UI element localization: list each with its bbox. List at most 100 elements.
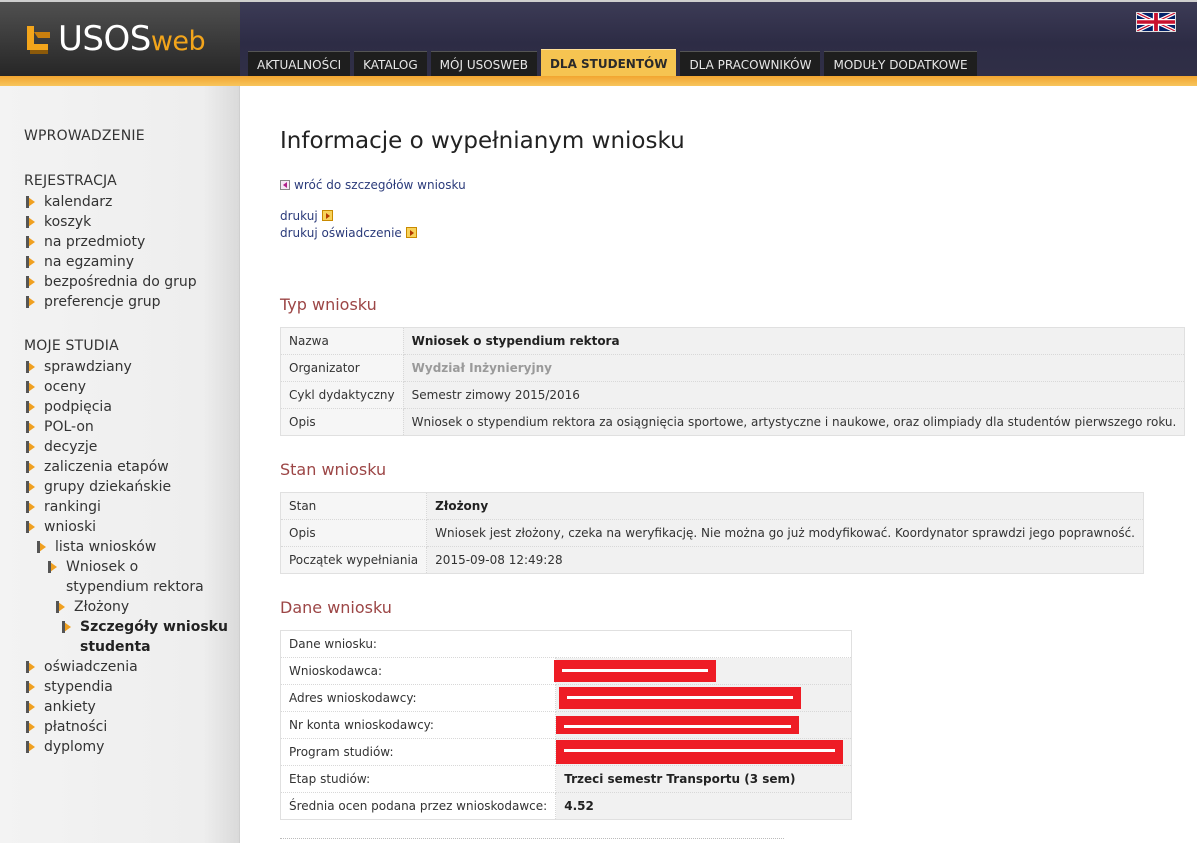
table-row: Opis Wniosek jest złożony, czeka na wery…: [279, 519, 1144, 547]
sidebar-item-rankingi[interactable]: rankingi: [26, 497, 101, 517]
sidebar-item-wnioski[interactable]: wnioski: [26, 517, 96, 537]
sidebar-item-wprowadzenie[interactable]: WPROWADZENIE: [24, 128, 145, 144]
sidebar-item-zlozony[interactable]: Złożony: [56, 597, 129, 617]
forward-arrow-icon: [321, 210, 333, 221]
sidebar-item-koszyk[interactable]: koszyk: [26, 212, 91, 232]
back-arrow-icon: [280, 180, 290, 190]
header-accent-bar: [0, 76, 1197, 86]
row-label: Nr konta wnioskodawcy:: [279, 711, 557, 739]
row-label: Adres wnioskodawcy:: [279, 684, 557, 712]
sidebar-item-ankiety[interactable]: ankiety: [26, 697, 96, 717]
bullet-arrow-icon: [62, 621, 71, 633]
row-value: Wydział Inżynieryjny: [402, 354, 1186, 382]
page-header: USOSweb AKTUALNOŚCI KATALOG MÓJ USOSWEB …: [0, 0, 1197, 86]
sidebar-section-moje-studia[interactable]: MOJE STUDIA: [24, 338, 119, 354]
row-label: Opis: [280, 408, 404, 436]
sidebar-item-podpiecia[interactable]: podpięcia: [26, 397, 112, 417]
bullet-arrow-icon: [26, 361, 35, 373]
row-label: Opis: [279, 519, 428, 547]
state-table: Stan Złożony Opis Wniosek jest złożony, …: [279, 492, 1144, 574]
row-value: Wniosek o stypendium rektora za osiągnię…: [402, 408, 1186, 436]
sidebar-item-pol-on[interactable]: POL-on: [26, 417, 94, 437]
row-label: Dane wniosku:: [279, 630, 853, 658]
row-value-redacted: [554, 657, 853, 685]
sidebar-item-lista-wnioskow[interactable]: lista wniosków: [37, 537, 156, 557]
table-row: Program studiów:: [279, 738, 853, 766]
row-label: Etap studiów:: [279, 765, 557, 793]
type-table: Nazwa Wniosek o stypendium rektora Organ…: [280, 327, 1186, 436]
tab-dla-studentow[interactable]: DLA STUDENTÓW: [540, 49, 677, 76]
redaction-mark: [559, 687, 802, 709]
table-row: Opis Wniosek o stypendium rektora za osi…: [280, 408, 1186, 436]
redaction-mark: [554, 660, 717, 682]
tab-moj-usosweb[interactable]: MÓJ USOSWEB: [430, 51, 537, 76]
sidebar-item-bezposrednia-do-grup[interactable]: bezpośrednia do grup: [26, 272, 197, 292]
row-label: Wnioskodawca:: [279, 657, 557, 685]
sidebar-item-na-egzaminy[interactable]: na egzaminy: [26, 252, 134, 272]
row-value: 2015-09-08 12:49:28: [426, 546, 1144, 574]
row-label: Program studiów:: [279, 738, 557, 766]
sidebar-item-decyzje[interactable]: decyzje: [26, 437, 97, 457]
sidebar-item-grupy-dziekanskie[interactable]: grupy dziekańskie: [26, 477, 171, 497]
sidebar-item-platnosci[interactable]: płatności: [26, 717, 107, 737]
sidebar-item-szczegoly-wniosku[interactable]: Szczegóły wniosku: [62, 617, 228, 637]
bullet-arrow-icon: [37, 541, 46, 553]
back-to-details-link[interactable]: wróć do szczegółów wniosku: [280, 178, 466, 192]
row-value-redacted: [555, 738, 853, 766]
data-table: Dane wniosku: Wnioskodawca: Adres wniosk…: [279, 630, 853, 820]
row-label: Nazwa: [280, 327, 404, 355]
section-heading-dane-wniosku: Dane wniosku: [280, 598, 392, 617]
forward-arrow-icon: [405, 227, 417, 238]
tab-aktualnosci[interactable]: AKTUALNOŚCI: [248, 51, 351, 76]
bullet-arrow-icon: [26, 681, 35, 693]
bullet-arrow-icon: [26, 296, 35, 308]
sidebar-item-oswiadczenia[interactable]: oświadczenia: [26, 657, 138, 677]
sidebar-item-zaliczenia-etapow[interactable]: zaliczenia etapów: [26, 457, 169, 477]
sidebar-section-rejestracja[interactable]: REJESTRACJA: [24, 173, 117, 189]
sidebar-item-oceny[interactable]: oceny: [26, 377, 86, 397]
print-statement-link[interactable]: drukuj oświadczenie: [280, 226, 417, 240]
sidebar-item-szczegoly-wniosku-cont[interactable]: studenta: [80, 637, 151, 657]
bullet-arrow-icon: [26, 216, 35, 228]
tab-moduly-dodatkowe[interactable]: MODUŁY DODATKOWE: [824, 51, 977, 76]
tab-dla-pracownikow[interactable]: DLA PRACOWNIKÓW: [680, 51, 821, 76]
sidebar-item-na-przedmioty[interactable]: na przedmioty: [26, 232, 145, 252]
row-label: Początek wypełniania: [279, 546, 428, 574]
row-value: Trzeci semestr Transportu (3 sem): [555, 765, 853, 793]
print-link[interactable]: drukuj: [280, 209, 333, 223]
sidebar-item-wniosek-stypendium[interactable]: Wniosek o: [48, 557, 138, 577]
table-row: Średnia ocen podana przez wnioskodawce: …: [279, 792, 853, 820]
sidebar-item-preferencje-grup[interactable]: preferencje grup: [26, 292, 160, 312]
uk-flag-icon[interactable]: [1136, 12, 1176, 32]
bullet-arrow-icon: [26, 196, 35, 208]
table-row: Wnioskodawca:: [279, 657, 853, 685]
section-heading-typ-wniosku: Typ wniosku: [280, 295, 377, 314]
row-value: Wniosek o stypendium rektora: [402, 327, 1186, 355]
bullet-arrow-icon: [26, 661, 35, 673]
sidebar-item-wniosek-stypendium-cont[interactable]: stypendium rektora: [66, 577, 204, 597]
next-table-edge: [280, 838, 784, 843]
section-heading-stan-wniosku: Stan wniosku: [280, 460, 387, 479]
bullet-arrow-icon: [26, 276, 35, 288]
row-value-redacted: [555, 684, 853, 712]
logo[interactable]: USOSweb: [0, 2, 240, 76]
table-row: Etap studiów: Trzeci semestr Transportu …: [279, 765, 853, 793]
row-value: Wniosek jest złożony, czeka na weryfikac…: [426, 519, 1144, 547]
table-row: Cykl dydaktyczny Semestr zimowy 2015/201…: [280, 381, 1186, 409]
sidebar-item-dyplomy[interactable]: dyplomy: [26, 737, 104, 757]
row-label: Cykl dydaktyczny: [280, 381, 404, 409]
redaction-mark: [556, 716, 800, 734]
usos-logo-icon: [27, 26, 50, 54]
table-row: Dane wniosku:: [279, 630, 853, 658]
bullet-arrow-icon: [26, 441, 35, 453]
bullet-arrow-icon: [26, 236, 35, 248]
tab-katalog[interactable]: KATALOG: [354, 51, 427, 76]
bullet-arrow-icon: [26, 256, 35, 268]
row-value-redacted: [555, 711, 853, 739]
bullet-arrow-icon: [26, 421, 35, 433]
sidebar-item-sprawdziany[interactable]: sprawdziany: [26, 357, 132, 377]
sidebar-item-stypendia[interactable]: stypendia: [26, 677, 113, 697]
table-row: Stan Złożony: [279, 492, 1144, 520]
sidebar-item-kalendarz[interactable]: kalendarz: [26, 192, 112, 212]
row-value: Semestr zimowy 2015/2016: [402, 381, 1186, 409]
